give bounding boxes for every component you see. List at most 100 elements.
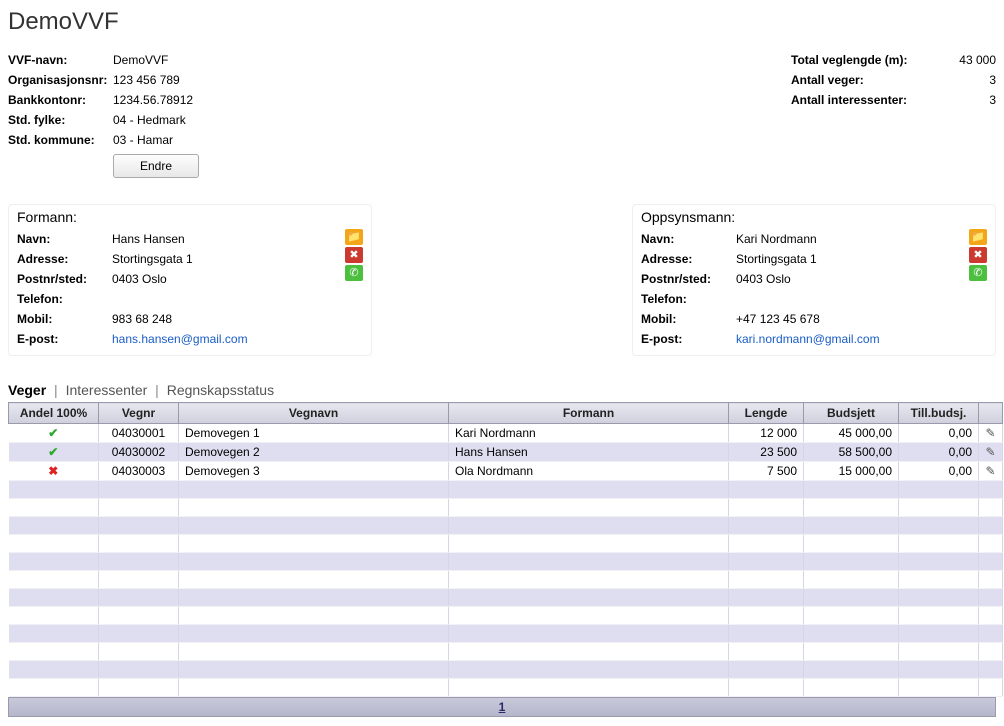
table-row[interactable]: ✔ 04030002Demovegen 2Hans Hansen23 50058 …: [9, 443, 1003, 462]
table-row[interactable]: ✔ 04030001Demovegen 1Kari Nordmann12 0004…: [9, 424, 1003, 443]
oppsyn-telefon-label: Telefon:: [641, 289, 736, 309]
formann-cell: Hans Hansen: [449, 443, 729, 462]
endre-button[interactable]: Endre: [113, 154, 199, 178]
col-edit: [979, 403, 1003, 424]
kommune-label: Std. kommune:: [8, 130, 113, 150]
tabs: Veger | Interessenter | Regnskapsstatus: [8, 382, 996, 398]
vvf-info-block: VVF-navn:DemoVVF Organisasjonsnr:123 456…: [8, 50, 199, 178]
formann-adresse-label: Adresse:: [17, 249, 112, 269]
table-row[interactable]: ✖04030003Demovegen 3Ola Nordmann7 50015 …: [9, 462, 1003, 481]
veger-grid: Andel 100% Vegnr Vegnavn Formann Lengde …: [8, 402, 1003, 697]
pencil-icon[interactable]: ✎: [985, 445, 995, 459]
formann-card: Formann: Navn:Hans Hansen Adresse:Storti…: [8, 204, 372, 356]
andel-cell: ✔: [9, 424, 99, 443]
col-andel[interactable]: Andel 100%: [9, 403, 99, 424]
formann-postnr-label: Postnr/sted:: [17, 269, 112, 289]
lengde-cell: 23 500: [729, 443, 804, 462]
total-veglengde-label: Total veglengde (m):: [791, 50, 946, 70]
tab-interessenter[interactable]: Interessenter: [66, 382, 148, 398]
formann-epost-link[interactable]: hans.hansen@gmail.com: [112, 329, 248, 349]
lengde-cell: 7 500: [729, 462, 804, 481]
table-row: [9, 571, 1003, 589]
antall-interessenter-value: 3: [946, 90, 996, 110]
budsjett-cell: 45 000,00: [804, 424, 899, 443]
vegnr-cell: 04030001: [99, 424, 179, 443]
page-title: DemoVVF: [8, 8, 996, 36]
budsjett-cell: 58 500,00: [804, 443, 899, 462]
table-row: [9, 481, 1003, 499]
fylke-label: Std. fylke:: [8, 110, 113, 130]
formann-adresse: Stortingsgata 1: [112, 249, 193, 269]
phone-icon[interactable]: ✆: [345, 265, 363, 281]
antall-interessenter-label: Antall interessenter:: [791, 90, 946, 110]
col-till[interactable]: Till.budsj.: [899, 403, 979, 424]
fylke-value: 04 - Hedmark: [113, 110, 186, 130]
table-row: [9, 517, 1003, 535]
pager[interactable]: 1: [8, 697, 996, 717]
till-cell: 0,00: [899, 462, 979, 481]
phone-icon[interactable]: ✆: [969, 265, 987, 281]
andel-cell: ✖: [9, 462, 99, 481]
oppsyn-mobil-label: Mobil:: [641, 309, 736, 329]
table-row: [9, 625, 1003, 643]
tab-veger[interactable]: Veger: [8, 382, 46, 398]
col-vegnr[interactable]: Vegnr: [99, 403, 179, 424]
vegnr-cell: 04030002: [99, 443, 179, 462]
oppsyn-mobil: +47 123 45 678: [736, 309, 820, 329]
till-cell: 0,00: [899, 443, 979, 462]
formann-epost-label: E-post:: [17, 329, 112, 349]
table-row: [9, 553, 1003, 571]
close-icon[interactable]: ✖: [969, 247, 987, 263]
check-icon: ✔: [48, 445, 58, 459]
vegnavn-cell: Demovegen 1: [179, 424, 449, 443]
oppsyn-adresse-label: Adresse:: [641, 249, 736, 269]
pencil-icon[interactable]: ✎: [985, 426, 995, 440]
till-cell: 0,00: [899, 424, 979, 443]
pencil-icon[interactable]: ✎: [985, 464, 995, 478]
lengde-cell: 12 000: [729, 424, 804, 443]
formann-cell: Kari Nordmann: [449, 424, 729, 443]
cross-icon: ✖: [48, 464, 58, 478]
table-row: [9, 679, 1003, 697]
table-row: [9, 589, 1003, 607]
formann-title: Formann:: [17, 209, 363, 225]
col-budsjett[interactable]: Budsjett: [804, 403, 899, 424]
table-row: [9, 535, 1003, 553]
vegnavn-cell: Demovegen 3: [179, 462, 449, 481]
oppsynsmann-card: Oppsynsmann: Navn:Kari Nordmann Adresse:…: [632, 204, 996, 356]
totals-block: Total veglengde (m):43 000 Antall veger:…: [791, 50, 996, 178]
oppsyn-epost-link[interactable]: kari.nordmann@gmail.com: [736, 329, 880, 349]
antall-veger-value: 3: [946, 70, 996, 90]
formann-navn: Hans Hansen: [112, 229, 185, 249]
oppsyn-postnr-label: Postnr/sted:: [641, 269, 736, 289]
col-vegnavn[interactable]: Vegnavn: [179, 403, 449, 424]
vegnavn-cell: Demovegen 2: [179, 443, 449, 462]
vegnr-cell: 04030003: [99, 462, 179, 481]
orgnr-label: Organisasjonsnr:: [8, 70, 113, 90]
orgnr-value: 123 456 789: [113, 70, 180, 90]
oppsyn-postnr: 0403 Oslo: [736, 269, 791, 289]
table-row: [9, 643, 1003, 661]
check-icon: ✔: [48, 426, 58, 440]
table-row: [9, 499, 1003, 517]
total-veglengde-value: 43 000: [946, 50, 996, 70]
oppsyn-navn-label: Navn:: [641, 229, 736, 249]
formann-navn-label: Navn:: [17, 229, 112, 249]
formann-cell: Ola Nordmann: [449, 462, 729, 481]
oppsyn-adresse: Stortingsgata 1: [736, 249, 817, 269]
antall-veger-label: Antall veger:: [791, 70, 946, 90]
formann-mobil: 983 68 248: [112, 309, 172, 329]
andel-cell: ✔: [9, 443, 99, 462]
oppsyn-navn: Kari Nordmann: [736, 229, 817, 249]
formann-telefon-label: Telefon:: [17, 289, 112, 309]
folder-icon[interactable]: 📁: [969, 229, 987, 245]
folder-icon[interactable]: 📁: [345, 229, 363, 245]
bank-value: 1234.56.78912: [113, 90, 193, 110]
col-lengde[interactable]: Lengde: [729, 403, 804, 424]
vvf-navn-value: DemoVVF: [113, 50, 168, 70]
col-formann[interactable]: Formann: [449, 403, 729, 424]
formann-mobil-label: Mobil:: [17, 309, 112, 329]
close-icon[interactable]: ✖: [345, 247, 363, 263]
tab-regnskapsstatus[interactable]: Regnskapsstatus: [167, 382, 274, 398]
table-row: [9, 661, 1003, 679]
